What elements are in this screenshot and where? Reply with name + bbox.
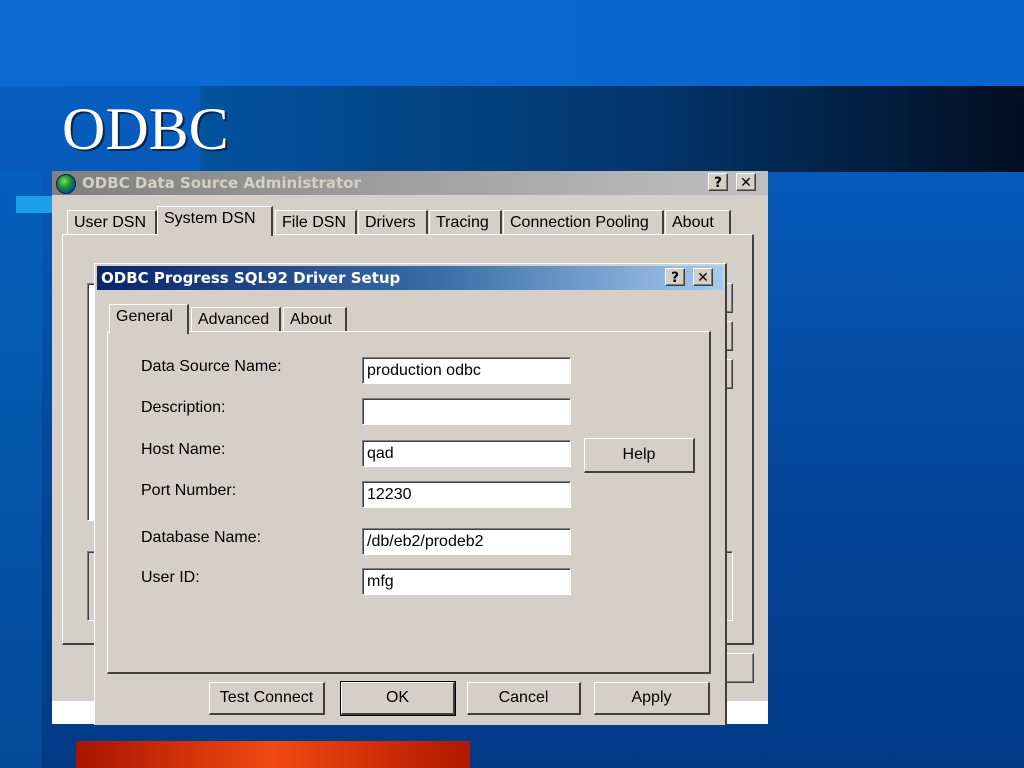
user-id-label: User ID: bbox=[141, 569, 200, 586]
admin-close-button[interactable]: ✕ bbox=[736, 173, 756, 191]
setup-close-button[interactable]: ✕ bbox=[693, 268, 713, 286]
tab-system-dsn[interactable]: System DSN bbox=[157, 206, 273, 236]
driver-setup-dialog: ODBC Progress SQL92 Driver Setup ? ✕ Gen… bbox=[94, 263, 727, 725]
host-name-input[interactable]: qad bbox=[362, 440, 571, 467]
setup-dialog-title: ODBC Progress SQL92 Driver Setup bbox=[101, 269, 401, 287]
slide-left-stripe bbox=[0, 172, 42, 768]
tab-tracing[interactable]: Tracing bbox=[429, 210, 502, 234]
slide-accent-orange bbox=[76, 741, 470, 768]
database-name-input[interactable]: /db/eb2/prodeb2 bbox=[362, 528, 571, 555]
help-button[interactable]: Help bbox=[584, 438, 695, 473]
user-id-input[interactable]: mfg bbox=[362, 568, 571, 595]
description-label: Description: bbox=[141, 399, 226, 416]
tab-setup-about[interactable]: About bbox=[283, 307, 347, 331]
description-input[interactable] bbox=[362, 398, 571, 425]
slide-title: ODBC bbox=[62, 96, 229, 162]
data-source-name-input[interactable]: production odbc bbox=[362, 357, 571, 384]
odbc-globe-icon bbox=[56, 174, 76, 194]
admin-titlebar[interactable]: ODBC Data Source Administrator ? ✕ bbox=[52, 171, 768, 195]
setup-titlebar[interactable]: ODBC Progress SQL92 Driver Setup ? ✕ bbox=[97, 266, 723, 290]
test-connect-button[interactable]: Test Connect bbox=[209, 682, 325, 715]
tab-user-dsn[interactable]: User DSN bbox=[67, 210, 157, 234]
tab-advanced[interactable]: Advanced bbox=[191, 307, 281, 331]
tab-about[interactable]: About bbox=[665, 210, 731, 234]
database-name-label: Database Name: bbox=[141, 529, 262, 546]
port-number-label: Port Number: bbox=[141, 482, 237, 499]
tab-drivers[interactable]: Drivers bbox=[358, 210, 428, 234]
tab-general[interactable]: General bbox=[109, 304, 189, 334]
ok-button[interactable]: OK bbox=[340, 681, 456, 716]
admin-window-title: ODBC Data Source Administrator bbox=[82, 174, 361, 192]
slide-accent-cyan bbox=[16, 196, 56, 213]
port-number-input[interactable]: 12230 bbox=[362, 481, 571, 508]
apply-button[interactable]: Apply bbox=[594, 682, 710, 715]
tab-file-dsn[interactable]: File DSN bbox=[275, 210, 357, 234]
setup-help-button[interactable]: ? bbox=[665, 268, 685, 286]
slide-top-band bbox=[0, 0, 1024, 86]
cancel-button[interactable]: Cancel bbox=[467, 682, 581, 715]
slide-title-band bbox=[200, 86, 1024, 172]
data-source-name-label: Data Source Name: bbox=[141, 358, 282, 375]
admin-help-button[interactable]: ? bbox=[708, 173, 728, 191]
general-tab-panel: Data Source Name: production odbc Descri… bbox=[107, 331, 711, 674]
tab-connection-pooling[interactable]: Connection Pooling bbox=[503, 210, 664, 234]
host-name-label: Host Name: bbox=[141, 441, 226, 458]
